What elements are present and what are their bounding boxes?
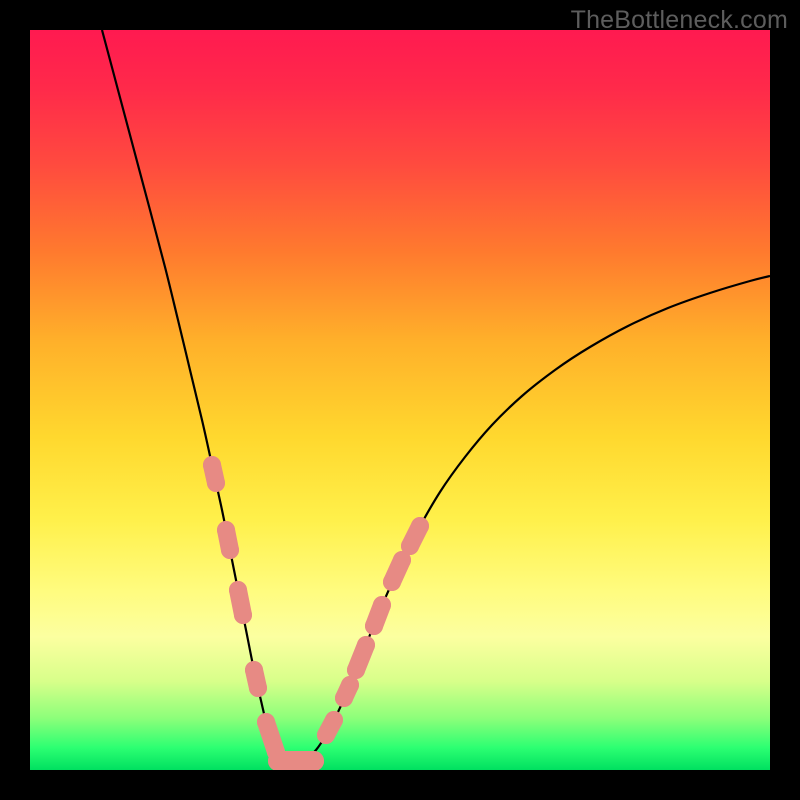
left-curve: [102, 30, 288, 763]
marker-dot: [203, 456, 221, 474]
marker-dot: [245, 661, 263, 679]
marker-dot: [217, 521, 235, 539]
watermark-text: TheBottleneck.com: [571, 6, 788, 35]
plot-area: [30, 30, 770, 770]
data-markers: [203, 456, 429, 770]
marker-dot: [325, 711, 343, 729]
chart-svg: [30, 30, 770, 770]
marker-dot: [373, 596, 391, 614]
marker-dot: [347, 661, 365, 679]
marker-dot: [207, 474, 225, 492]
marker-dot: [234, 606, 252, 624]
marker-dot: [383, 573, 401, 591]
marker-dot: [357, 636, 375, 654]
marker-dot: [365, 617, 383, 635]
marker-dot: [257, 713, 275, 731]
marker-dot: [411, 517, 429, 535]
marker-dot: [229, 581, 247, 599]
marker-dot: [249, 679, 267, 697]
marker-dot: [221, 541, 239, 559]
marker-dot: [401, 537, 419, 555]
right-curve: [288, 276, 770, 763]
